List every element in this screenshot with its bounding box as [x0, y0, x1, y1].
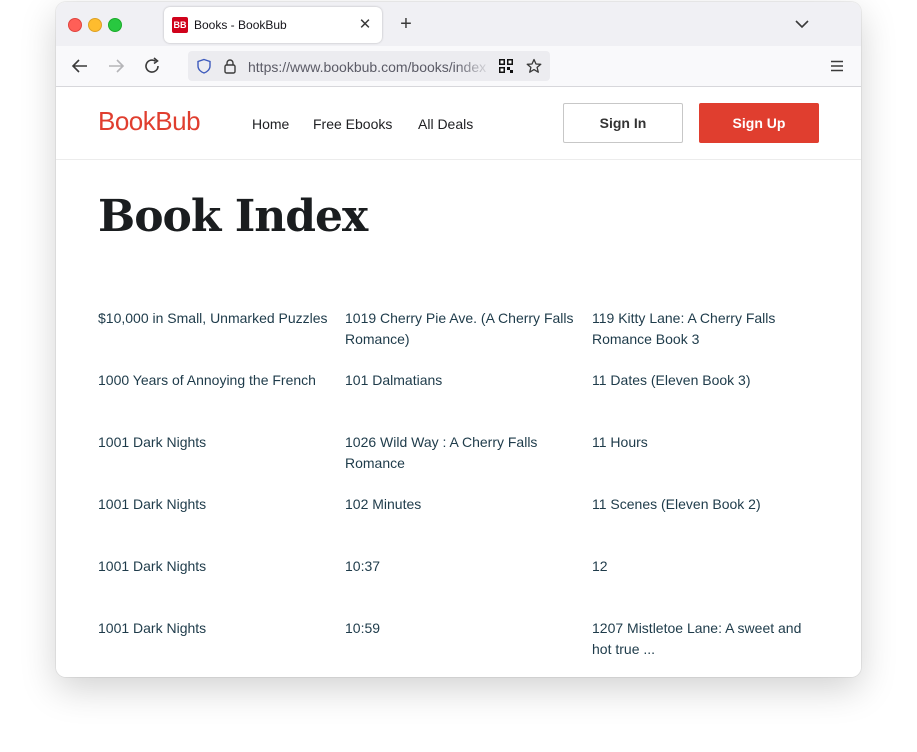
book-link[interactable]: 11 Dates (Eleven Book 3): [592, 370, 822, 391]
book-link[interactable]: 1001 Dark Nights: [98, 432, 328, 453]
back-arrow-icon[interactable]: [70, 56, 90, 76]
reload-icon[interactable]: [142, 56, 162, 76]
url-text[interactable]: https://www.bookbub.com/books/index: [248, 59, 492, 75]
book-link[interactable]: 1001 Dark Nights: [98, 618, 328, 639]
book-link[interactable]: 10:37: [345, 556, 575, 577]
site-header: BookBub Home Free Ebooks All Deals Sign …: [56, 87, 861, 160]
new-tab-button[interactable]: +: [396, 14, 416, 34]
book-link[interactable]: 1019 Cherry Pie Ave. (A Cherry Falls Rom…: [345, 308, 575, 350]
nav-link-free-ebooks[interactable]: Free Ebooks: [313, 116, 392, 132]
page-title: Book Index: [98, 191, 368, 242]
book-link[interactable]: 119 Kitty Lane: A Cherry Falls Romance B…: [592, 308, 822, 350]
book-link[interactable]: 1000 Years of Annoying the French: [98, 370, 328, 391]
chevron-down-icon[interactable]: [793, 15, 811, 33]
book-link[interactable]: 1026 Wild Way : A Cherry Falls Romance: [345, 432, 575, 474]
lock-icon[interactable]: [222, 58, 238, 74]
navigation-toolbar: https://www.bookbub.com/books/index: [56, 46, 861, 87]
book-link[interactable]: 1207 Mistletoe Lane: A sweet and hot tru…: [592, 618, 822, 660]
tab-bookbub[interactable]: BB Books - BookBub ✕: [164, 7, 382, 43]
close-window-button[interactable]: [68, 18, 82, 32]
book-link[interactable]: 102 Minutes: [345, 494, 575, 515]
book-link[interactable]: 11 Hours: [592, 432, 822, 453]
book-link[interactable]: 11 Scenes (Eleven Book 2): [592, 494, 822, 515]
book-link[interactable]: 1001 Dark Nights: [98, 556, 328, 577]
maximize-window-button[interactable]: [108, 18, 122, 32]
nav-link-home[interactable]: Home: [252, 116, 289, 132]
tab-strip: BB Books - BookBub ✕ +: [56, 2, 861, 46]
minimize-window-button[interactable]: [88, 18, 102, 32]
book-link[interactable]: 101 Dalmatians: [345, 370, 575, 391]
star-bookmark-icon[interactable]: [526, 58, 542, 74]
web-page: BookBub Home Free Ebooks All Deals Sign …: [56, 87, 861, 677]
browser-window: BB Books - BookBub ✕ + https://www.bookb…: [56, 2, 861, 677]
bookbub-logo[interactable]: BookBub: [98, 106, 201, 137]
sign-up-button[interactable]: Sign Up: [699, 103, 819, 143]
nav-link-all-deals[interactable]: All Deals: [418, 116, 473, 132]
book-link[interactable]: $10,000 in Small, Unmarked Puzzles: [98, 308, 328, 329]
bookbub-favicon-icon: BB: [172, 17, 188, 33]
url-bar[interactable]: https://www.bookbub.com/books/index: [188, 51, 550, 81]
hamburger-menu-icon[interactable]: [829, 58, 845, 74]
book-index-grid: $10,000 in Small, Unmarked Puzzles 1000 …: [98, 308, 838, 668]
tab-title: Books - BookBub: [194, 18, 287, 32]
sign-in-button[interactable]: Sign In: [563, 103, 683, 143]
close-tab-icon[interactable]: ✕: [356, 16, 374, 34]
book-link[interactable]: 10:59: [345, 618, 575, 639]
shield-icon[interactable]: [196, 58, 212, 74]
book-link[interactable]: 12: [592, 556, 822, 577]
forward-arrow-icon[interactable]: [106, 56, 126, 76]
book-link[interactable]: 1001 Dark Nights: [98, 494, 328, 515]
qr-code-icon[interactable]: [498, 58, 514, 74]
